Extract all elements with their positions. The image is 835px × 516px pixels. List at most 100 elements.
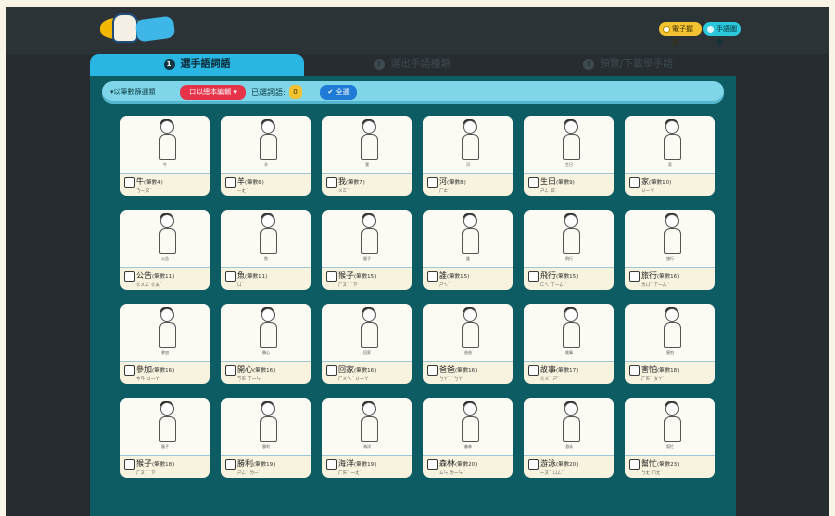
card-checkbox[interactable] [225,365,236,376]
signer-figure [560,119,580,164]
header-pill-b[interactable]: 手語圖畫 [703,22,741,47]
illustration-caption: 猴子 [161,444,169,449]
illustration-caption: 回家 [363,350,371,355]
head-shape [564,120,578,134]
body-shape [462,322,479,348]
sign-card[interactable]: 猴子 猴子(筆數18) ㄏㄡˊ ˙ㄗ [120,398,210,478]
stroke-count: (筆數8) [447,180,466,186]
illustration-caption: 爸爸 [464,350,472,355]
sign-card[interactable]: 誰誰(筆數15) ㄕㄟˊ [423,210,513,290]
word-text: 故事 [540,365,556,374]
body-shape [260,228,277,254]
sign-illustration: 誰 [423,210,513,268]
card-checkbox[interactable] [225,459,236,470]
sign-card[interactable]: 牛牛(筆數4) ㄋ一ㄡˊ [120,116,210,196]
card-checkbox[interactable] [326,365,337,376]
card-checkbox[interactable] [326,459,337,470]
card-checkbox[interactable] [629,177,640,188]
sign-illustration: 回家 [322,304,412,362]
illustration-caption: 河 [466,162,470,167]
sign-card[interactable]: 生日 生日(筆數9) ㄕㄥ ㄖˋ [524,116,614,196]
signer-figure [257,119,277,164]
illustration-caption: 勝利 [262,444,270,449]
illustration-caption: 森林 [464,444,472,449]
sign-card[interactable]: 故事 故事(筆數17) ㄍㄨˋ ㄕˋ [524,304,614,384]
sign-card[interactable]: 猴子 猴子(筆數15) ㄏㄡˊ ˙ㄗ [322,210,412,290]
app-logo[interactable] [100,13,176,45]
head-shape [463,120,477,134]
card-checkbox[interactable] [427,459,438,470]
stroke-count: (筆數19) [354,462,377,468]
sign-card[interactable]: 爸爸 爸爸(筆數16) ㄅㄚˋ ˙ㄅㄚ [423,304,513,384]
card-checkbox[interactable] [629,271,640,282]
tab-step-3[interactable]: 3 預覽/下載學手語 [520,54,736,76]
card-checkbox[interactable] [124,365,135,376]
head-shape [665,120,679,134]
sign-illustration: 牛 [120,116,210,174]
sign-card[interactable]: 森林 森林(筆數20) ㄙㄣ ㄌ一ㄣˊ [423,398,513,478]
sign-card[interactable]: 參加 參加(筆數16) ㄘㄢ ㄐ一ㄚ [120,304,210,384]
header-pill-a[interactable]: 電子握手 [659,22,702,47]
illustration-caption: 公告 [161,256,169,261]
card-checkbox[interactable] [528,459,539,470]
sign-card[interactable]: 旅行 旅行(筆數16) ㄌㄩˇ ㄒ一ㄥˊ [625,210,715,290]
radio-dot-icon [663,25,670,33]
card-checkbox[interactable] [528,177,539,188]
sign-card[interactable]: 羊羊(筆數6) 一ㄤˊ [221,116,311,196]
stroke-count: (筆數20) [556,462,579,468]
card-checkbox[interactable] [124,459,135,470]
card-checkbox[interactable] [629,365,640,376]
card-checkbox[interactable] [326,271,337,282]
card-checkbox[interactable] [427,177,438,188]
card-checkbox[interactable] [225,271,236,282]
sign-card[interactable]: 海洋 海洋(筆數19) ㄏㄞˇ 一ㄤˊ [322,398,412,478]
zhuyin-text: ㄍㄨˋ ㄕˋ [540,377,560,382]
select-all-button[interactable]: ✔ 全選 [320,85,357,100]
card-checkbox[interactable] [427,365,438,376]
card-checkbox[interactable] [225,177,236,188]
card-checkbox[interactable] [326,177,337,188]
zhuyin-text: ㄏㄞˇ 一ㄤˊ [338,471,362,476]
word-text: 羊 [237,177,245,186]
card-checkbox[interactable] [629,459,640,470]
sign-illustration: 羊 [221,116,311,174]
signer-figure [560,401,580,446]
sort-dropdown[interactable]: ▾以筆數篩選類 [110,86,156,99]
stroke-count: (筆數16) [455,368,478,374]
sign-card[interactable]: 幫忙 幫忙(筆數23) ㄅㄤ ㄇㄤˊ [625,398,715,478]
zhuyin-text: ㄕㄥˋ ㄌ一ˋ [237,471,261,476]
card-checkbox[interactable] [528,365,539,376]
body-shape [159,416,176,442]
stroke-count: (筆數19) [253,462,276,468]
sign-card[interactable]: 勝利 勝利(筆數19) ㄕㄥˋ ㄌ一ˋ [221,398,311,478]
sign-card[interactable]: 害怕 害怕(筆數18) ㄏㄞˋ ㄆㄚˋ [625,304,715,384]
card-checkbox[interactable] [124,271,135,282]
sign-illustration: 害怕 [625,304,715,362]
zhuyin-text: ㄅㄤ ㄇㄤˊ [641,471,663,476]
logo-wordmark [134,15,176,43]
card-checkbox[interactable] [427,271,438,282]
sign-card[interactable]: 魚魚(筆數11) ㄩˊ [221,210,311,290]
selected-count-badge: 0 [289,85,302,99]
head-shape [362,402,376,416]
zhuyin-text: ㄎㄞ ㄒ一ㄣ [237,377,261,382]
sign-card[interactable]: 我我(筆數7) ㄨㄛˇ [322,116,412,196]
sign-card[interactable]: 河河(筆數8) ㄏㄜˊ [423,116,513,196]
sign-card[interactable]: 飛行 飛行(筆數15) ㄈㄟ ㄒ一ㄥˊ [524,210,614,290]
sign-card[interactable]: 回家 回家(筆數16) ㄏㄨㄟˊ ㄐ一ㄚ [322,304,412,384]
sign-card[interactable]: 開心 開心(筆數16) ㄎㄞ ㄒ一ㄣ [221,304,311,384]
card-checkbox[interactable] [124,177,135,188]
sign-card[interactable]: 家家(筆數10) ㄐ一ㄚ [625,116,715,196]
signer-figure [459,119,479,164]
zhuyin-text: ㄏㄜˊ [439,189,451,194]
stroke-count: (筆數4) [144,180,163,186]
sign-card[interactable]: 公告 公告(筆數11) ㄍㄨㄥ ㄍㄠˋ [120,210,210,290]
card-checkbox[interactable] [528,271,539,282]
stroke-filter-button[interactable]: 口以總本編輯 ▾ [180,85,246,100]
tab-step-2[interactable]: 2 選出手語種類 [304,54,520,76]
tab-step-1[interactable]: 1 選手語詞語 [90,54,304,76]
sign-card[interactable]: 游泳 游泳(筆數20) 一ㄡˊ ㄩㄥˇ [524,398,614,478]
illustration-caption: 開心 [262,350,270,355]
sign-illustration: 幫忙 [625,398,715,456]
body-shape [462,228,479,254]
